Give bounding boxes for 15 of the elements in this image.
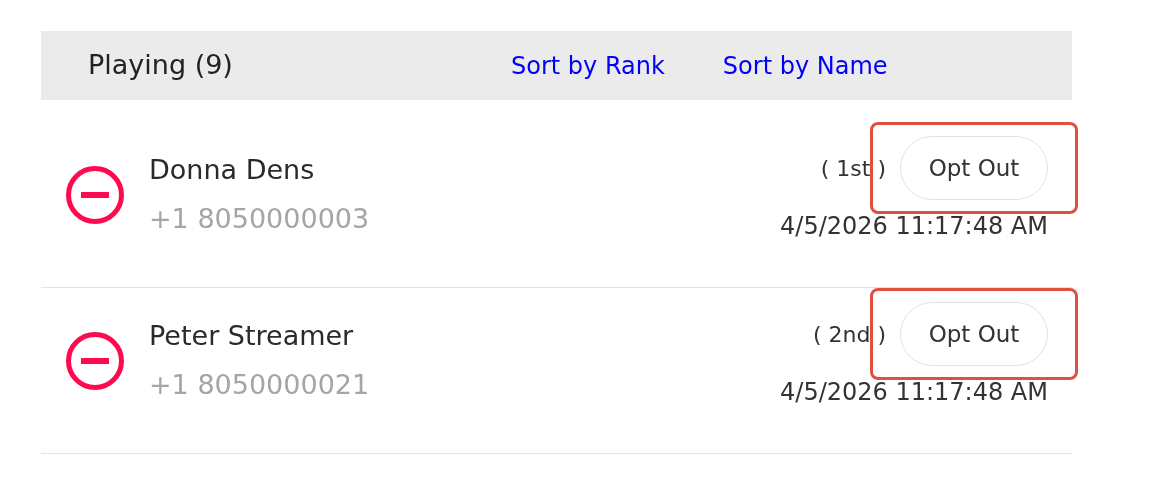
opt-out-button[interactable]: Opt Out [900, 136, 1048, 200]
phone-number: +1 8050000003 [149, 201, 370, 236]
phone-number: +1 8050000021 [149, 367, 370, 402]
sort-link[interactable]: Sort by Rank [511, 47, 665, 84]
player-name: Donna Dens [149, 153, 316, 187]
rank-label: ( 1st ) [820, 154, 886, 183]
sort-link[interactable]: Sort by Name [722, 47, 888, 84]
timestamp: 4/5/2026 11:17:48 AM [780, 377, 1048, 408]
rank-label: ( 2nd ) [812, 320, 886, 349]
remove-icon[interactable] [65, 330, 125, 391]
remove-icon[interactable] [65, 164, 125, 225]
timestamp: 4/5/2026 11:17:48 AM [780, 211, 1048, 242]
player-name: Peter Streamer [149, 319, 355, 353]
opt-out-button[interactable]: Opt Out [900, 302, 1048, 366]
list-title: Playing (9) [88, 48, 234, 83]
